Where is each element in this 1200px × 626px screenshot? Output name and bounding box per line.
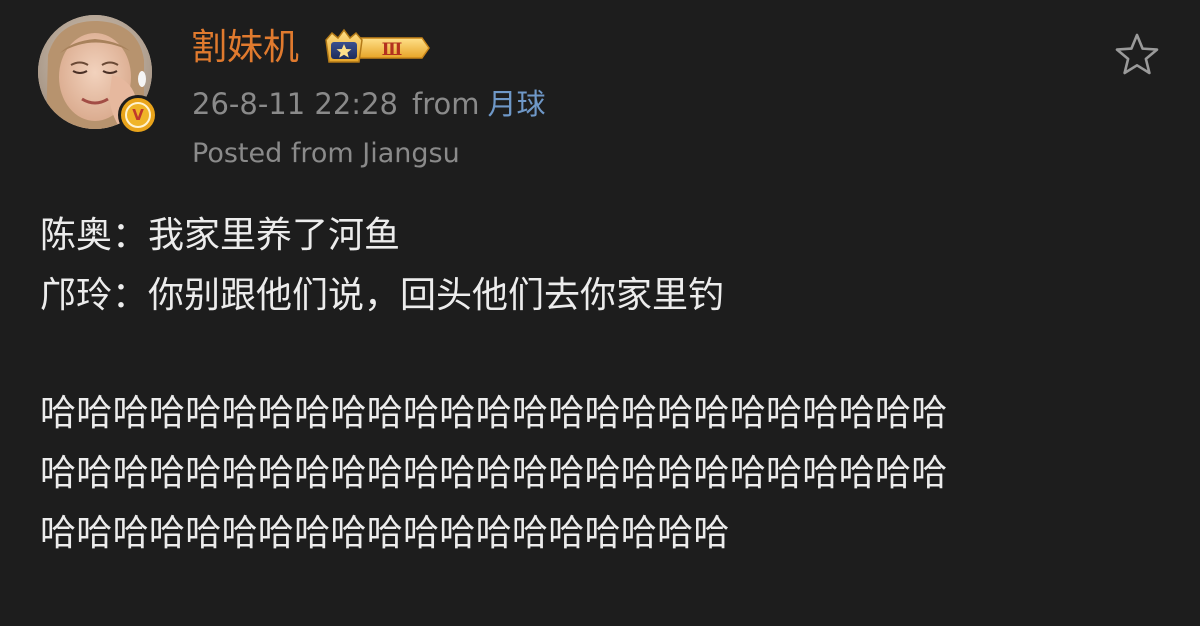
verified-mark: V	[125, 102, 151, 128]
vip-level-text: Ⅲ	[382, 40, 403, 60]
post-meta: 26-8-11 22:28 from 月球	[192, 84, 546, 124]
post-source-link[interactable]: 月球	[487, 87, 545, 121]
author-avatar-wrapper[interactable]: V	[38, 15, 158, 135]
post-timestamp: 26-8-11 22:28	[192, 87, 398, 121]
author-name[interactable]: 割妹机	[191, 22, 299, 74]
verified-v-icon: V	[118, 95, 158, 135]
laugh-line-2: 哈哈哈哈哈哈哈哈哈哈哈哈哈哈哈哈哈哈哈哈哈哈哈哈哈	[40, 453, 948, 494]
crown-vip-badge-icon[interactable]: Ⅲ	[322, 28, 430, 68]
content-line-2: 邝玲：你别跟他们说，回头他们去你家里钓	[40, 275, 725, 316]
weibo-post: V 割妹机 Ⅲ 26-8-11 22:28 from 月球 Posted from …	[0, 0, 1200, 626]
from-label: from	[411, 87, 480, 121]
content-line-1: 陈奥：我家里养了河鱼	[40, 215, 401, 256]
post-location: Posted from Jiangsu	[192, 138, 460, 169]
star-outline-icon[interactable]	[1112, 30, 1162, 80]
laugh-line-3: 哈哈哈哈哈哈哈哈哈哈哈哈哈哈哈哈哈哈哈	[40, 513, 730, 554]
post-content: 陈奥：我家里养了河鱼 邝玲：你别跟他们说，回头他们去你家里钓 哈哈哈哈哈哈哈哈哈…	[40, 206, 1140, 564]
laugh-line-1: 哈哈哈哈哈哈哈哈哈哈哈哈哈哈哈哈哈哈哈哈哈哈哈哈哈	[40, 393, 948, 434]
